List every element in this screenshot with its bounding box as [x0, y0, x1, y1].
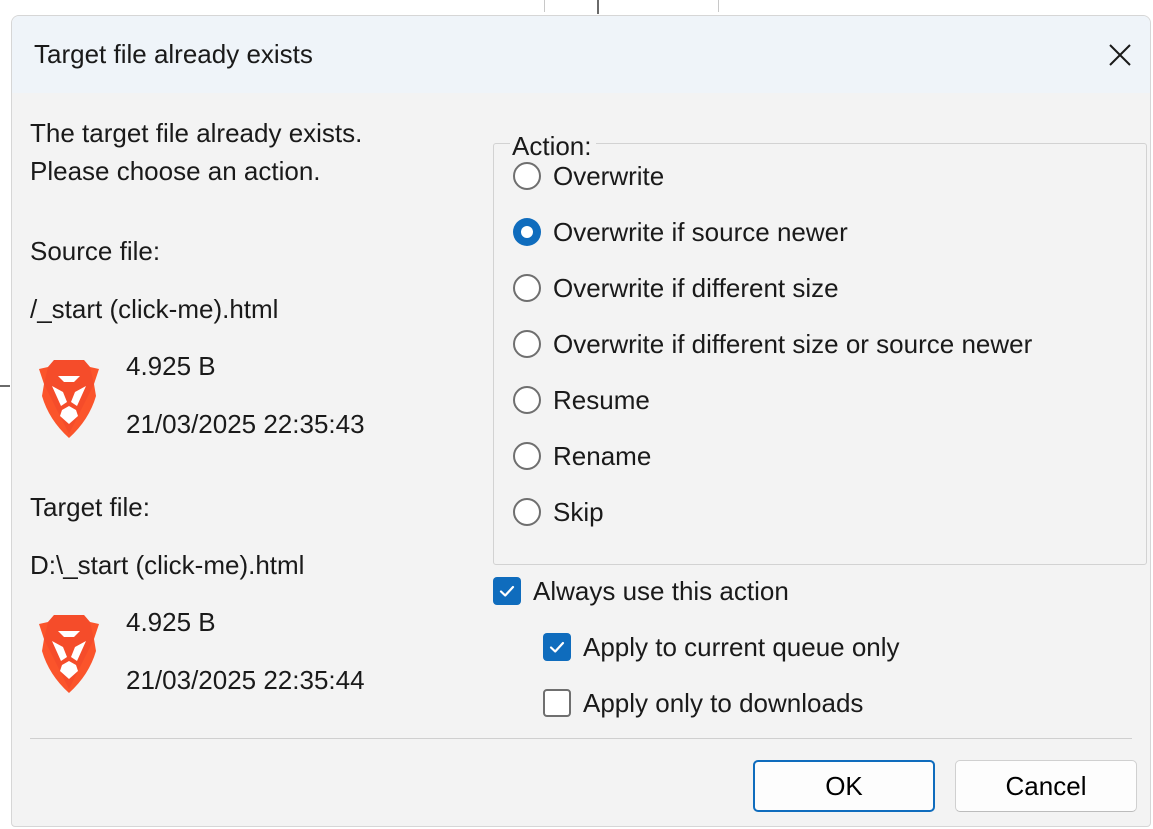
radio-label: Overwrite if source newer: [553, 216, 848, 247]
radio-rename[interactable]: Rename: [513, 436, 651, 476]
target-file-path: D:\_start (click-me).html: [30, 550, 305, 580]
cancel-button[interactable]: Cancel: [955, 760, 1137, 812]
target-file-date: 21/03/2025 22:35:44: [126, 665, 365, 695]
title-bar: Target file already exists: [12, 16, 1150, 93]
radio-label: Overwrite: [553, 160, 665, 191]
checkbox[interactable]: [493, 577, 521, 605]
checkmark-icon: [499, 585, 515, 597]
radio-label: Rename: [553, 440, 652, 471]
radio-button[interactable]: [513, 218, 541, 246]
radio-label: Overwrite if different size or source ne…: [553, 328, 1033, 359]
background-window-edge: [718, 0, 719, 12]
checkbox-apply-only-to-downloads[interactable]: Apply only to downloads: [543, 683, 863, 723]
radio-button[interactable]: [513, 274, 541, 302]
radio-button[interactable]: [513, 498, 541, 526]
brave-browser-icon: [39, 360, 99, 438]
radio-overwrite[interactable]: Overwrite: [513, 156, 664, 196]
target-file-heading: Target file:: [30, 492, 150, 522]
intro-text-line-1: The target file already exists.: [30, 118, 363, 148]
radio-overwrite-if-source-newer[interactable]: Overwrite if source newer: [513, 212, 848, 252]
close-icon: [1109, 43, 1131, 66]
intro-text-line-2: Please choose an action.: [30, 156, 321, 186]
radio-overwrite-if-different-size-or-newer[interactable]: Overwrite if different size or source ne…: [513, 324, 1032, 364]
checkbox-label: Always use this action: [533, 575, 789, 606]
radio-button[interactable]: [513, 330, 541, 358]
checkbox-label: Apply only to downloads: [583, 687, 864, 718]
radio-label: Overwrite if different size: [553, 272, 839, 303]
checkbox[interactable]: [543, 633, 571, 661]
radio-button[interactable]: [513, 386, 541, 414]
target-file-size: 4.925 B: [126, 607, 216, 637]
brave-browser-icon: [39, 615, 99, 693]
radio-resume[interactable]: Resume: [513, 380, 650, 420]
file-exists-dialog: Target file already exists The target fi…: [11, 15, 1151, 827]
source-file-heading: Source file:: [30, 236, 161, 266]
source-file-date: 21/03/2025 22:35:43: [126, 409, 365, 439]
background-window-edge: [544, 0, 545, 12]
close-button[interactable]: [1090, 16, 1150, 93]
background-window-edge: [597, 0, 599, 14]
source-file-size: 4.925 B: [126, 351, 216, 381]
radio-label: Skip: [553, 496, 604, 527]
background-window: [0, 0, 1153, 14]
dialog-title: Target file already exists: [34, 39, 313, 69]
dialog-body: The target file already exists. Please c…: [12, 93, 1150, 826]
ok-button[interactable]: OK: [753, 760, 935, 812]
checkmark-icon: [549, 641, 565, 653]
checkbox-label: Apply to current queue only: [583, 631, 900, 662]
checkbox-apply-current-queue-only[interactable]: Apply to current queue only: [543, 627, 900, 667]
checkbox-always-use-action[interactable]: Always use this action: [493, 571, 789, 611]
radio-button[interactable]: [513, 442, 541, 470]
radio-overwrite-if-different-size[interactable]: Overwrite if different size: [513, 268, 839, 308]
button-divider: [30, 738, 1132, 739]
checkbox[interactable]: [543, 689, 571, 717]
source-file-path: /_start (click-me).html: [30, 294, 279, 324]
radio-skip[interactable]: Skip: [513, 492, 604, 532]
radio-label: Resume: [553, 384, 650, 415]
radio-button[interactable]: [513, 162, 541, 190]
background-window-edge: [0, 385, 10, 387]
